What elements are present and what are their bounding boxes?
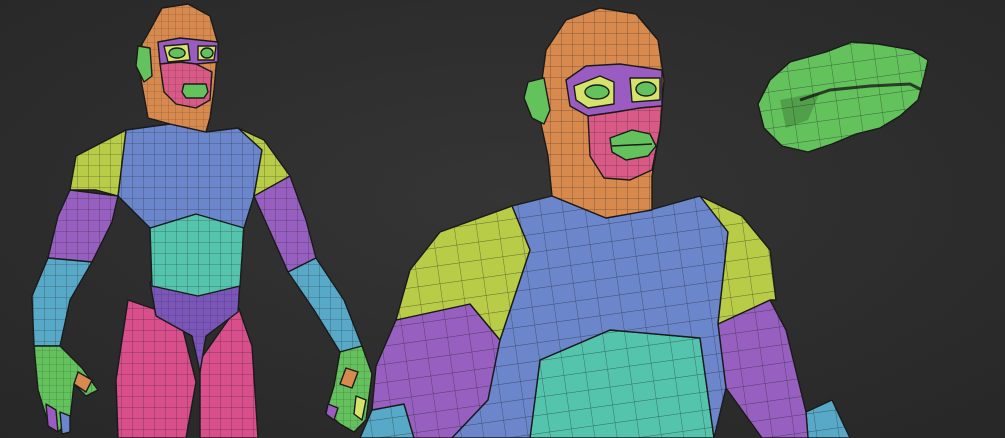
belly-panel — [149, 213, 245, 297]
chest-panel — [117, 123, 263, 229]
topology-render-canvas — [0, 0, 1005, 438]
